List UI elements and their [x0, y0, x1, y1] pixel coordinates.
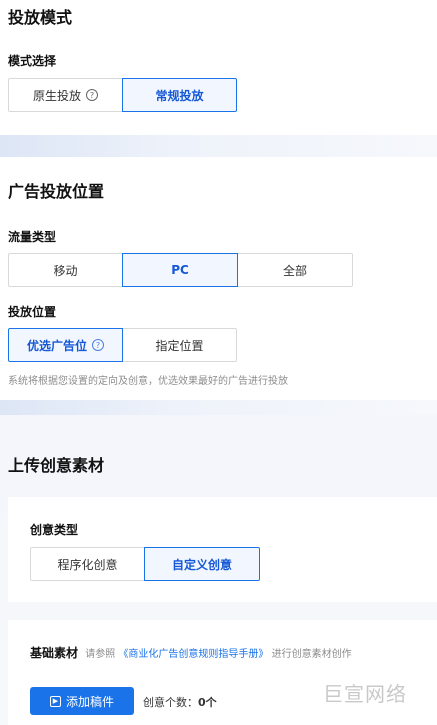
placement-hint: 系统将根据您设置的定向及创意，优选效果最好的广告进行投放: [8, 376, 288, 387]
count-value: 0个: [198, 696, 217, 709]
upload-title: 上传创意素材: [8, 456, 105, 475]
position-label: 投放位置: [8, 305, 57, 319]
mode-option-regular[interactable]: 常规投放: [122, 78, 237, 112]
play-square-icon: ▶: [49, 695, 61, 707]
creative-segmented-control: 程序化创意 自定义创意: [30, 547, 260, 581]
watermark: 巨宣网络: [323, 682, 407, 706]
position-option-specified[interactable]: 指定位置: [122, 328, 237, 362]
count-label: 创意个数：: [143, 696, 198, 709]
traffic-option-mobile[interactable]: 移动: [8, 253, 123, 287]
mode-segmented-control: 原生投放 ? 常规投放: [8, 78, 237, 112]
traffic-option-pc[interactable]: PC: [122, 253, 238, 287]
traffic-segmented-control: 移动 PC 全部: [8, 253, 353, 287]
delivery-mode-title: 投放模式: [8, 8, 73, 27]
position-option-preferred[interactable]: 优选广告位 ?: [8, 328, 123, 362]
guide-link[interactable]: 《商业化广告创意规则指导手册》: [118, 649, 268, 660]
basic-hint-suffix: 进行创意素材创作: [271, 649, 352, 660]
traffic-option-all[interactable]: 全部: [237, 253, 353, 287]
position-segmented-control: 优选广告位 ? 指定位置: [8, 328, 237, 362]
creative-count: 创意个数：0个: [143, 694, 217, 710]
placement-title: 广告投放位置: [8, 182, 105, 201]
add-draft-button[interactable]: ▶ 添加稿件: [30, 687, 134, 715]
section-divider: [0, 135, 437, 157]
creative-option-programmatic[interactable]: 程序化创意: [30, 547, 145, 581]
mode-option-native[interactable]: 原生投放 ?: [8, 78, 123, 112]
traffic-type-label: 流量类型: [8, 230, 57, 244]
question-circle-icon[interactable]: ?: [86, 89, 98, 101]
creative-type-label: 创意类型: [30, 523, 79, 537]
basic-material-row: 基础素材 请参照 《商业化广告创意规则指导手册》 进行创意素材创作: [30, 644, 352, 661]
mode-select-label: 模式选择: [8, 54, 57, 68]
basic-material-label: 基础素材: [30, 646, 79, 660]
question-circle-icon[interactable]: ?: [92, 339, 104, 351]
creative-option-custom[interactable]: 自定义创意: [144, 547, 260, 581]
basic-hint-prefix: 请参照: [85, 649, 116, 660]
